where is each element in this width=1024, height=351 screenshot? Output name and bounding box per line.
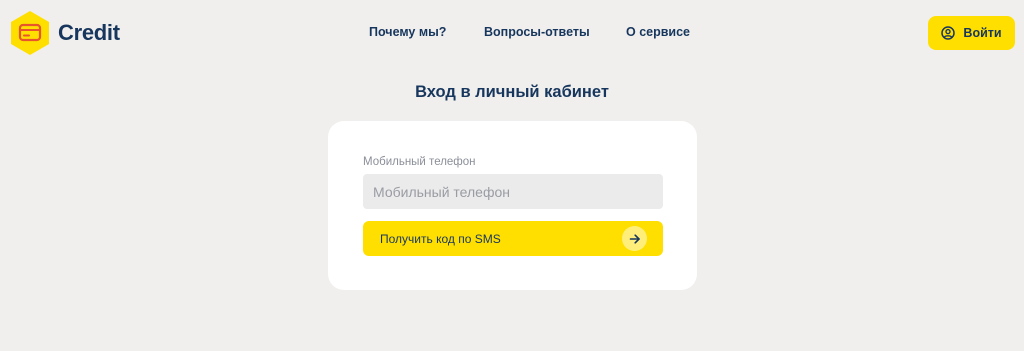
site-header: Credit Почему мы? Вопросы-ответы О серви… — [0, 0, 1024, 66]
user-circle-icon — [941, 26, 956, 40]
page: Credit Почему мы? Вопросы-ответы О серви… — [0, 0, 1024, 351]
phone-field-label: Мобильный телефон — [363, 156, 476, 168]
nav-why-us[interactable]: Почему мы? — [369, 25, 446, 39]
logo[interactable]: Credit — [10, 10, 120, 56]
nav-faq[interactable]: Вопросы-ответы — [484, 25, 590, 39]
arrow-right-icon — [622, 226, 647, 251]
login-button-label: Войти — [963, 26, 1002, 40]
card-hexagon-icon — [10, 10, 50, 56]
login-button[interactable]: Войти — [928, 16, 1015, 50]
login-card: Мобильный телефон Получить код по SMS — [328, 121, 697, 290]
nav-about-service[interactable]: О сервисе — [626, 25, 690, 39]
logo-text: Credit — [58, 20, 120, 45]
get-sms-code-button[interactable]: Получить код по SMS — [363, 221, 663, 256]
phone-input[interactable] — [363, 174, 663, 209]
page-title: Вход в личный кабинет — [415, 83, 609, 101]
get-sms-code-label: Получить код по SMS — [380, 232, 501, 246]
